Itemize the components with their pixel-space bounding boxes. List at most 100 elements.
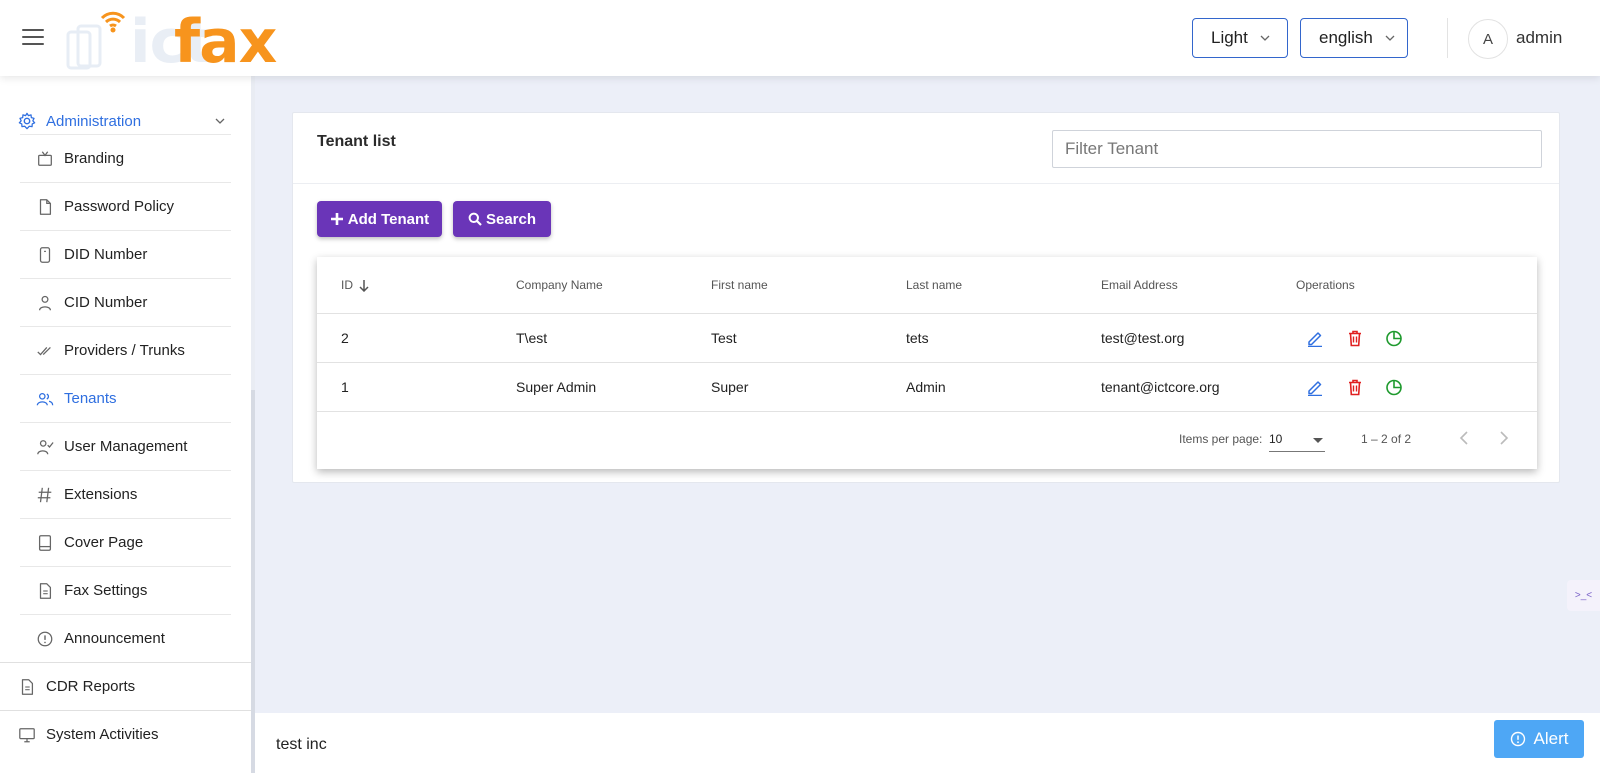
sidebar-item-label: CDR Reports — [46, 678, 136, 695]
sidebar-item-fax-settings[interactable]: Fax Settings — [20, 566, 231, 614]
sidebar-scrollbar[interactable] — [251, 76, 255, 773]
theme-select[interactable]: Light — [1192, 18, 1288, 58]
column-header-first-name: First name — [711, 278, 768, 292]
edit-icon[interactable] — [1306, 378, 1324, 396]
page-range-label: 1 – 2 of 2 — [1361, 432, 1412, 446]
monitor-icon — [19, 727, 35, 742]
menu-toggle-icon[interactable] — [22, 29, 44, 47]
items-per-page-label: Items per page: — [1179, 432, 1263, 446]
sidebar-item-cid-number[interactable]: CID Number — [20, 278, 231, 326]
footer: test inc Alert — [255, 713, 1600, 773]
page-title: Tenant list — [317, 133, 396, 150]
column-header-id[interactable]: ID — [341, 278, 353, 292]
language-select-value: english — [1319, 28, 1373, 47]
alert-circle-icon — [1510, 731, 1525, 747]
phone-icon — [39, 246, 51, 263]
sidebar-item-cover-page[interactable]: Cover Page — [20, 518, 231, 566]
search-button[interactable]: Search — [453, 201, 551, 237]
report-chart-icon[interactable] — [1385, 378, 1403, 396]
column-header-company-name: Company Name — [516, 278, 603, 292]
report-chart-icon[interactable] — [1385, 329, 1403, 347]
previous-page-icon[interactable] — [1457, 430, 1471, 446]
plus-icon — [330, 213, 343, 225]
sidebar-item-cdr-reports[interactable]: CDR Reports — [0, 662, 251, 710]
add-tenant-label: Add Tenant — [347, 210, 430, 228]
cell-email: tenant@ictcore.org — [1101, 379, 1220, 395]
sort-arrow-down-icon[interactable] — [359, 279, 369, 292]
sidebar-item-label: Fax Settings — [64, 582, 148, 599]
sidebar-item-label: Providers / Trunks — [64, 342, 185, 359]
sidebar-item-system-activities[interactable]: System Activities — [0, 710, 251, 758]
sidebar-item-user-management[interactable]: User Management — [20, 422, 231, 470]
cell-first-name: Super — [711, 379, 749, 395]
user-check-icon — [37, 439, 54, 454]
top-header: ict fax Light english A admin — [0, 0, 1600, 76]
search-label: Search — [485, 210, 537, 228]
sidebar-item-label: Cover Page — [64, 534, 144, 551]
theme-select-value: Light — [1211, 28, 1248, 47]
report-icon — [21, 678, 34, 695]
add-tenant-button[interactable]: Add Tenant — [317, 201, 442, 237]
cell-company-name: T\est — [516, 330, 548, 346]
edit-icon[interactable] — [1306, 329, 1324, 347]
sidebar-item-did-number[interactable]: DID Number — [20, 230, 231, 278]
tv-icon — [38, 150, 52, 166]
sidebar-item-label: DID Number — [64, 246, 148, 263]
sidebar-item-label: CID Number — [64, 294, 148, 311]
cell-last-name: Admin — [906, 379, 946, 395]
filter-tenant-input[interactable] — [1052, 130, 1542, 168]
side-widget[interactable]: >_< — [1567, 580, 1600, 611]
footer-company-text: test inc — [276, 736, 327, 753]
sidebar-item-branding[interactable]: Branding — [20, 134, 231, 182]
column-header-operations: Operations — [1296, 278, 1355, 292]
table-row: 1 Super Admin Super Admin tenant@ictcore… — [317, 363, 1537, 412]
sidebar-item-providers-trunks[interactable]: Providers / Trunks — [20, 326, 231, 374]
items-per-page-value: 10 — [1269, 432, 1283, 446]
sidebar-item-label: Tenants — [64, 390, 117, 407]
chevron-down-icon — [1260, 35, 1270, 41]
alert-label: Alert — [1533, 729, 1569, 748]
person-icon — [38, 295, 52, 310]
sidebar-item-label: Password Policy — [64, 198, 175, 215]
gear-icon — [18, 112, 36, 130]
cell-company-name: Super Admin — [516, 379, 597, 395]
language-select[interactable]: english — [1300, 18, 1408, 58]
sidebar-item-label: Extensions — [64, 486, 138, 503]
table-row: 2 T\est Test tets test@test.org — [317, 314, 1537, 363]
delete-icon[interactable] — [1346, 378, 1364, 396]
avatar[interactable]: A — [1468, 19, 1508, 59]
caret-down-icon — [1313, 438, 1323, 443]
column-header-last-name: Last name — [906, 278, 963, 292]
paginator: Items per page: 10 1 – 2 of 2 — [317, 412, 1537, 469]
divider — [293, 183, 1559, 184]
sidebar-item-extensions[interactable]: Extensions — [20, 470, 231, 518]
sidebar-item-label: Branding — [64, 150, 125, 167]
sidebar-item-label: User Management — [64, 438, 188, 455]
cell-last-name: tets — [906, 330, 929, 346]
column-header-email: Email Address — [1101, 278, 1178, 292]
sidebar-item-announcement[interactable]: Announcement — [20, 614, 231, 662]
search-icon — [468, 212, 482, 226]
delete-icon[interactable] — [1346, 329, 1364, 347]
user-name[interactable]: admin — [1516, 28, 1562, 48]
next-page-icon[interactable] — [1497, 430, 1511, 446]
header-divider — [1447, 18, 1448, 58]
cell-email: test@test.org — [1101, 330, 1185, 346]
hash-icon — [37, 487, 52, 502]
app-logo[interactable]: ict fax — [66, 6, 277, 77]
items-per-page-select[interactable]: 10 — [1269, 426, 1325, 452]
tenant-table: ID Company Name First name Last name Ema… — [317, 257, 1537, 469]
alert-button[interactable]: Alert — [1494, 720, 1584, 758]
tenant-list-card: Tenant list Add Tenant Search ID Company… — [292, 112, 1560, 483]
file-icon — [39, 198, 52, 215]
chevron-down-icon — [215, 118, 225, 124]
sidebar-item-password-policy[interactable]: Password Policy — [20, 182, 231, 230]
sidebar-item-tenants[interactable]: Tenants — [20, 374, 231, 422]
table-header-row: ID Company Name First name Last name Ema… — [317, 257, 1537, 314]
sidebar-section-label: Administration — [46, 112, 142, 130]
cell-first-name: Test — [711, 330, 737, 346]
logo-wifi-icon — [100, 11, 126, 33]
cell-id: 2 — [341, 330, 349, 346]
book-icon — [38, 534, 52, 551]
logo-fax-text: fax — [174, 7, 277, 77]
